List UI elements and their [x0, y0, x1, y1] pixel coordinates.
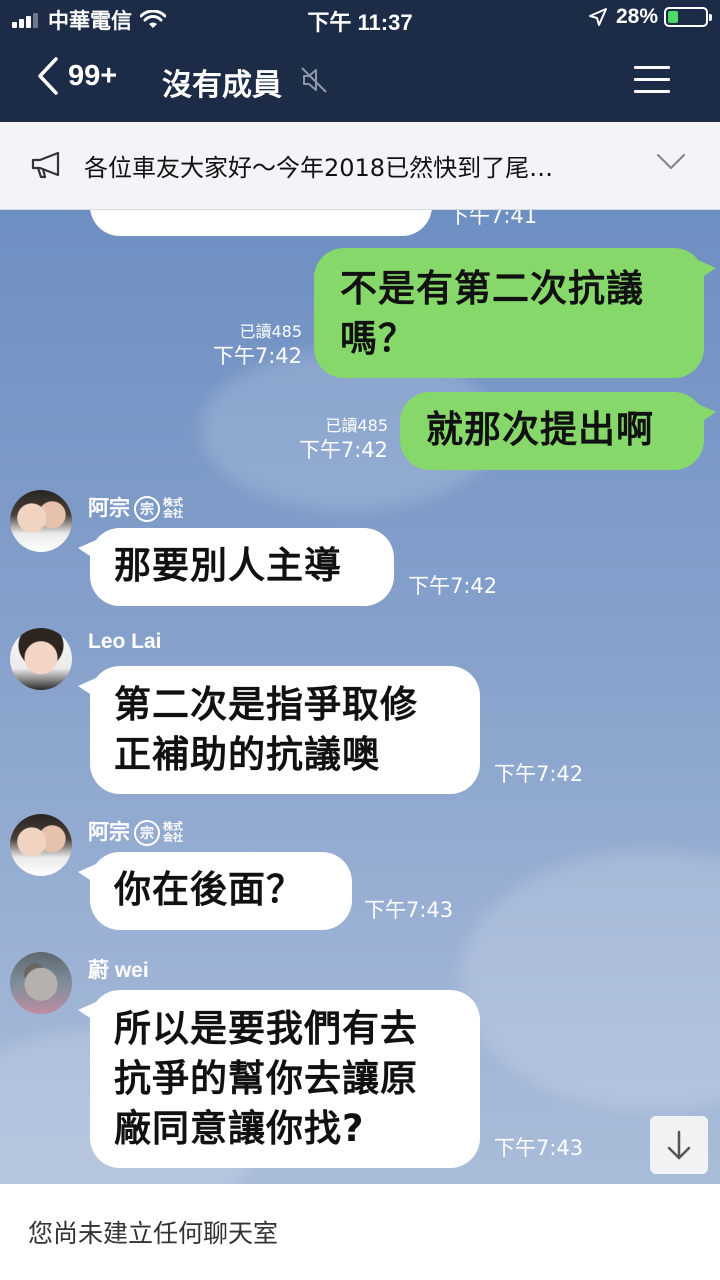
- chevron-down-icon[interactable]: [656, 152, 686, 172]
- sender-name-text: 阿宗: [88, 497, 130, 520]
- battery-fill: [668, 11, 678, 23]
- announcement-text: 各位車友大家好～今年2018已然快到了尾…: [84, 154, 554, 182]
- message-line: 那要別人主導: [114, 544, 342, 587]
- avatar[interactable]: [10, 952, 72, 1014]
- message-time: 下午7:42: [298, 438, 388, 462]
- sender-badge: 宗: [134, 820, 160, 847]
- menu-icon[interactable]: [634, 66, 670, 94]
- message-meta: 已讀485 下午7:42: [299, 414, 388, 462]
- sender-name: 阿宗宗株式会社: [88, 816, 187, 847]
- background-cloud: [460, 850, 720, 1110]
- message-meta: 已讀485 下午7:42: [213, 320, 302, 368]
- message-time: 下午7:43: [494, 1136, 584, 1160]
- chat-area[interactable]: 下午7:41 已讀485 下午7:42 不是有第二次抗議 嗎？ 已讀485 下午…: [0, 210, 720, 1184]
- message-time: 下午7:42: [494, 762, 584, 786]
- message-bubble[interactable]: 不是有第二次抗議 嗎？: [314, 248, 716, 378]
- read-receipt: 已讀485: [325, 416, 388, 435]
- message-bubble[interactable]: 就那次提出啊: [400, 392, 716, 470]
- scroll-to-bottom-button[interactable]: [650, 1116, 708, 1174]
- no-chatroom-message: 您尚未建立任何聊天室: [28, 1219, 279, 1248]
- message-line: 第二次是指爭取修: [114, 683, 418, 726]
- status-bar: 中華電信 下午 11:37 28%: [0, 0, 720, 38]
- message-time: 下午7:41: [448, 210, 538, 228]
- read-receipt: 已讀485: [239, 322, 302, 341]
- message-bubble[interactable]: 那要別人主導: [78, 528, 394, 606]
- message-line: 嗎？: [340, 317, 416, 360]
- message-bubble[interactable]: 第二次是指爭取修 正補助的抗議噢: [78, 666, 480, 794]
- sender-badge: 宗: [134, 496, 160, 523]
- message-time: 下午7:42: [212, 344, 302, 368]
- chat-header: 99+ 沒有成員: [0, 38, 720, 122]
- message-line: 你在後面？: [114, 868, 304, 911]
- back-button[interactable]: 99+: [36, 56, 117, 96]
- bottom-bar: 您尚未建立任何聊天室: [0, 1184, 720, 1280]
- sender-name-text: 阿宗: [88, 821, 130, 844]
- sender-badge-corp: 株式会社: [163, 822, 183, 845]
- sender-name: 蔚 wei: [88, 959, 149, 982]
- arrow-down-icon: [667, 1130, 691, 1160]
- back-chevron-icon: [38, 57, 58, 95]
- battery-percent: 28%: [615, 5, 658, 28]
- location-arrow-icon: [588, 8, 607, 26]
- message-line: 廠同意讓你找?: [114, 1107, 365, 1150]
- message-line: 就那次提出啊: [426, 408, 654, 451]
- message-line: 不是有第二次抗議: [340, 267, 644, 310]
- megaphone-icon: [31, 151, 60, 179]
- battery-icon: [664, 7, 712, 27]
- message-time: 下午7:42: [408, 574, 498, 598]
- message-bubble[interactable]: 所以是要我們有去 抗爭的幫你去讓原 廠同意讓你找?: [78, 990, 480, 1168]
- message-time: 下午7:43: [364, 898, 454, 922]
- sender-name: 阿宗宗株式会社: [88, 492, 187, 523]
- message-bubble-partial[interactable]: [90, 210, 432, 236]
- announcement-bar[interactable]: 各位車友大家好～今年2018已然快到了尾…: [0, 122, 720, 210]
- avatar[interactable]: [10, 628, 72, 690]
- avatar[interactable]: [10, 814, 72, 876]
- sender-name: Leo Lai: [88, 630, 162, 653]
- message-line: 正補助的抗議噢: [114, 733, 380, 776]
- message-line: 抗爭的幫你去讓原: [114, 1057, 418, 1100]
- chat-title: 沒有成員: [162, 68, 282, 103]
- avatar[interactable]: [10, 490, 72, 552]
- status-right: 28%: [588, 5, 712, 29]
- sender-badge-corp: 株式会社: [163, 498, 183, 521]
- message-bubble[interactable]: 你在後面？: [78, 852, 352, 930]
- message-line: 所以是要我們有去: [114, 1007, 418, 1050]
- unread-count: 99+: [68, 59, 118, 92]
- mute-icon: [301, 67, 327, 93]
